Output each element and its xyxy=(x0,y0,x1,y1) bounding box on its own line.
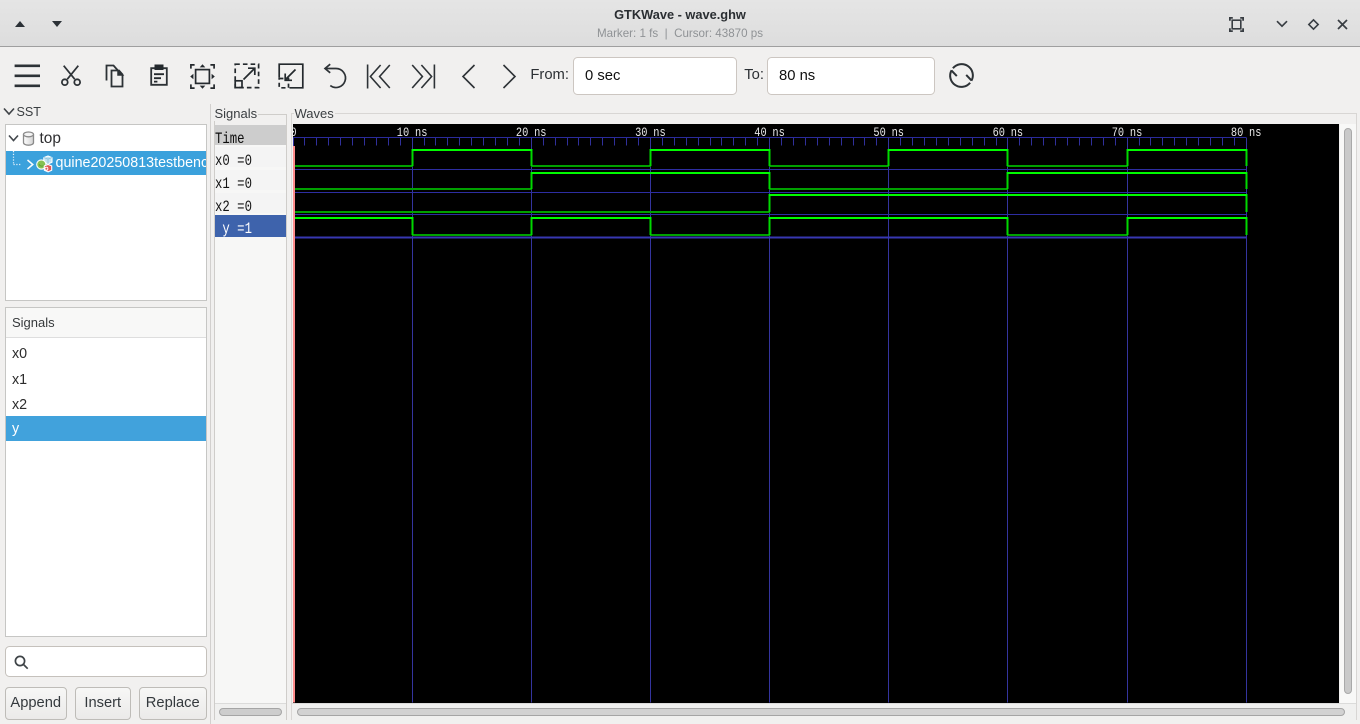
svg-text:ns: ns xyxy=(772,126,784,140)
svg-text:0: 0 xyxy=(293,126,297,140)
svg-text:ns: ns xyxy=(653,126,665,140)
svg-text:ns: ns xyxy=(1249,126,1261,140)
svg-text:ns: ns xyxy=(1130,126,1142,140)
svg-text:40: 40 xyxy=(754,126,766,140)
svg-text:ns: ns xyxy=(1011,126,1023,140)
svg-text:20: 20 xyxy=(516,126,528,140)
svg-text:ns: ns xyxy=(892,126,904,140)
svg-text:30: 30 xyxy=(635,126,647,140)
svg-text:50: 50 xyxy=(873,126,885,140)
svg-text:80: 80 xyxy=(1231,126,1243,140)
svg-text:60: 60 xyxy=(993,126,1005,140)
svg-text:10: 10 xyxy=(397,126,409,140)
svg-text:70: 70 xyxy=(1112,126,1124,140)
svg-text:ns: ns xyxy=(534,126,546,140)
svg-text:ns: ns xyxy=(415,126,427,140)
